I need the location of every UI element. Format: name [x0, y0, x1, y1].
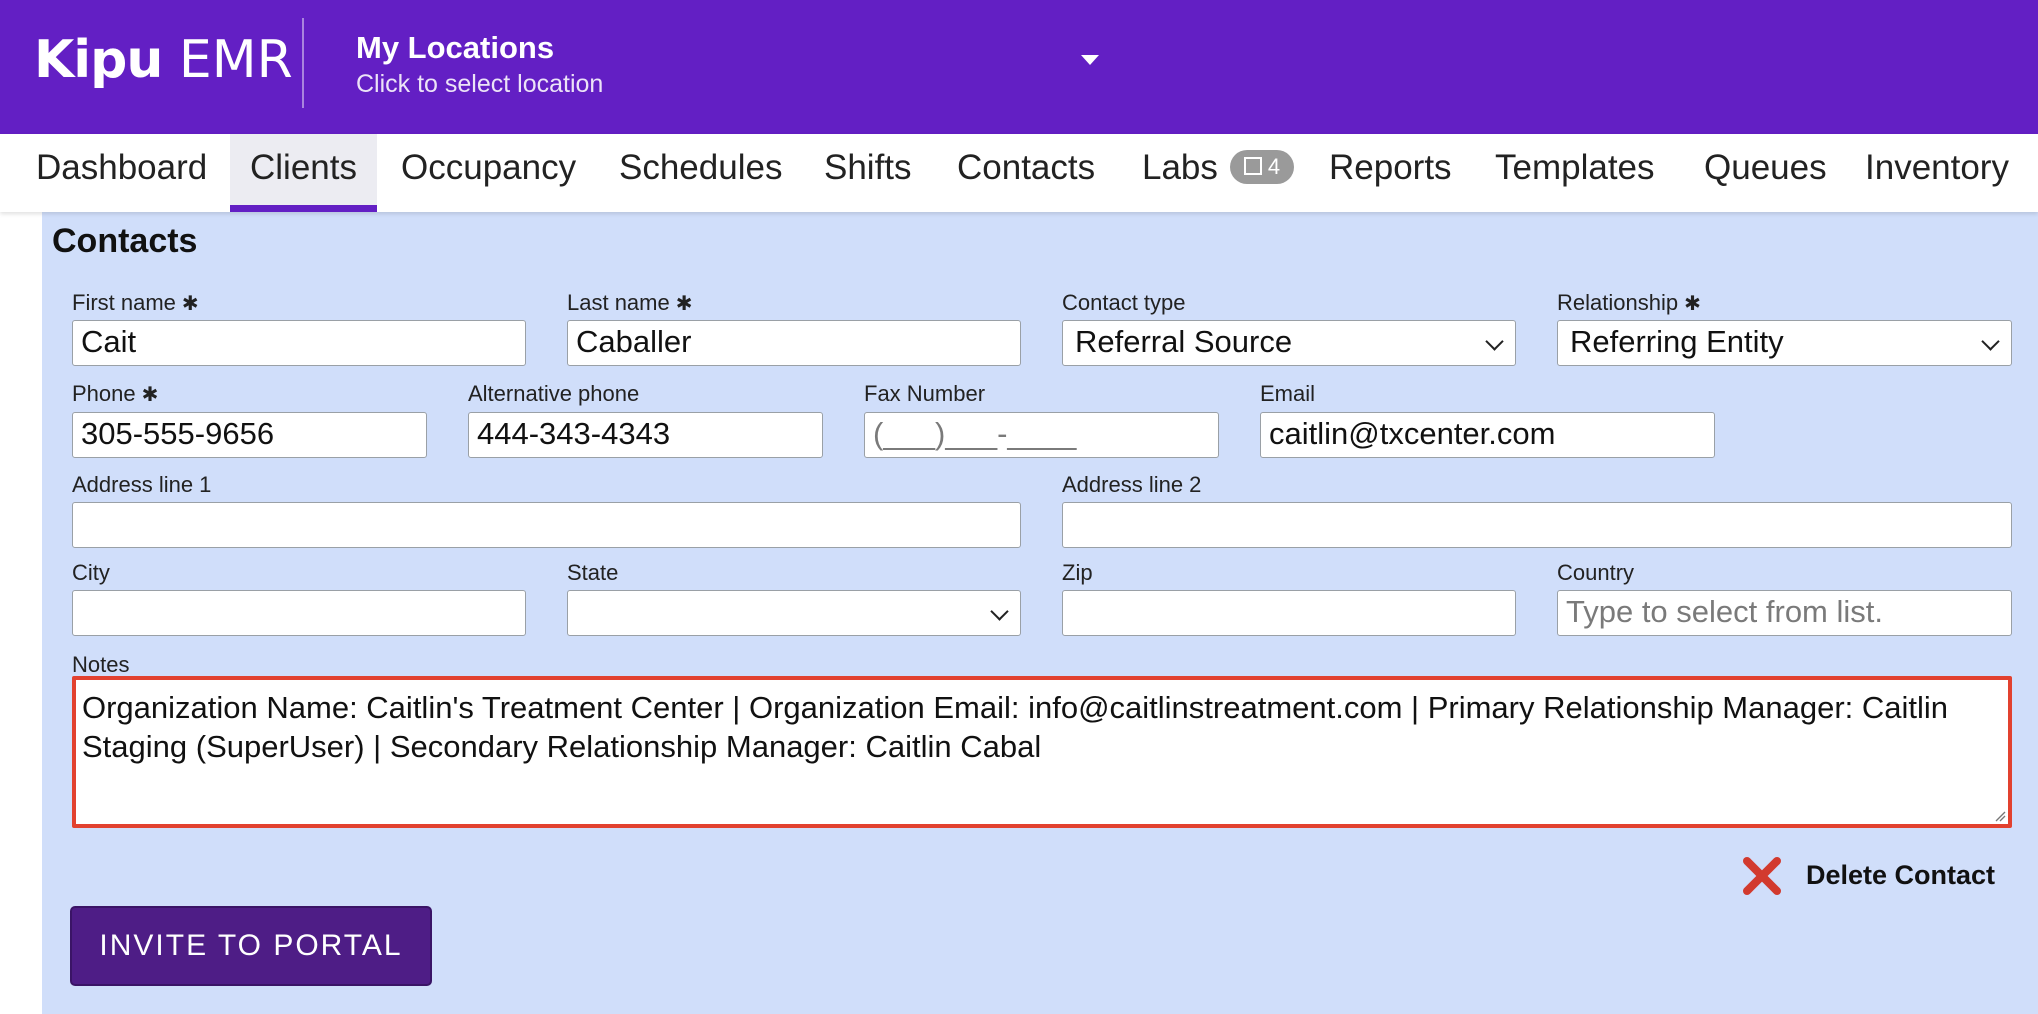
- zip-field[interactable]: [1062, 590, 1516, 636]
- country-label: Country: [1557, 560, 1635, 585]
- required-icon: ✱: [141, 384, 159, 406]
- required-icon: ✱: [1684, 293, 1701, 315]
- country-field[interactable]: Type to select from list.: [1557, 590, 2012, 636]
- logo-product: EMR: [178, 30, 293, 90]
- label-text: Last name: [567, 290, 670, 315]
- location-title: My Locations: [356, 30, 555, 65]
- nav-inventory[interactable]: Inventory: [1849, 134, 2025, 212]
- nav-contacts[interactable]: Contacts: [941, 134, 1111, 212]
- labs-badge-count: 4: [1267, 153, 1281, 179]
- delete-contact-label: Delete Contact: [1806, 860, 1996, 890]
- nav-labs[interactable]: Labs 4: [1126, 134, 1310, 212]
- nav-templates[interactable]: Templates: [1479, 134, 1671, 212]
- label-text: Phone: [72, 381, 136, 406]
- labs-badge: 4: [1229, 149, 1295, 184]
- label-text: Relationship: [1557, 290, 1679, 315]
- nav-label: Clients: [250, 148, 357, 187]
- chevron-down-icon: [1981, 332, 2000, 351]
- nav-label: Schedules: [619, 148, 783, 187]
- address2-field[interactable]: [1062, 502, 2012, 548]
- kipu-emr-logo[interactable]: Kipu EMR: [34, 28, 293, 92]
- nav-label: Reports: [1329, 148, 1452, 187]
- first-name-field[interactable]: Cait: [72, 320, 526, 366]
- last-name-field[interactable]: Caballer: [567, 320, 1021, 366]
- logo-brand: Kipu: [34, 30, 163, 90]
- fax-field[interactable]: (___)___-____: [864, 412, 1219, 458]
- relationship-value: Referring Entity: [1570, 324, 1784, 359]
- last-name-label: Last name ✱: [567, 290, 693, 316]
- notes-textarea[interactable]: Organization Name: Caitlin's Treatment C…: [72, 676, 2012, 828]
- address1-label: Address line 1: [72, 472, 212, 497]
- square-icon: [1243, 156, 1262, 175]
- location-selector[interactable]: My Locations Click to select location: [356, 28, 603, 100]
- nav-label: Queues: [1704, 148, 1827, 187]
- relationship-select[interactable]: Referring Entity: [1557, 320, 2012, 366]
- page-title: Contacts: [52, 222, 198, 260]
- nav-dashboard[interactable]: Dashboard: [20, 134, 223, 212]
- chevron-down-icon: [990, 602, 1009, 621]
- address2-label: Address line 2: [1062, 472, 1202, 497]
- nav-label: Labs: [1142, 148, 1218, 187]
- nav-label: Shifts: [824, 148, 912, 187]
- phone-label: Phone ✱: [72, 381, 158, 407]
- first-name-label: First name ✱: [72, 290, 199, 316]
- state-label: State: [567, 560, 619, 585]
- relationship-label: Relationship ✱: [1557, 290, 1701, 316]
- nav-label: Inventory: [1865, 148, 2009, 187]
- top-header: Kipu EMR My Locations Click to select lo…: [0, 0, 2038, 134]
- contact-type-label: Contact type: [1062, 290, 1186, 315]
- zip-label: Zip: [1062, 560, 1093, 585]
- label-text: First name: [72, 290, 176, 315]
- left-gutter: [0, 212, 42, 1014]
- contact-type-select[interactable]: Referral Source: [1062, 320, 1516, 366]
- caret-down-icon[interactable]: [1081, 55, 1099, 65]
- notes-label: Notes: [72, 652, 130, 677]
- contact-type-value: Referral Source: [1075, 324, 1293, 359]
- nav-label: Templates: [1495, 148, 1655, 187]
- nav-occupancy[interactable]: Occupancy: [385, 134, 592, 212]
- nav-schedules[interactable]: Schedules: [603, 134, 798, 212]
- city-label: City: [72, 560, 110, 585]
- nav-label: Occupancy: [401, 148, 577, 187]
- required-icon: ✱: [675, 293, 693, 315]
- required-icon: ✱: [181, 293, 199, 315]
- fax-label: Fax Number: [864, 381, 986, 406]
- nav-queues[interactable]: Queues: [1688, 134, 1843, 212]
- main-nav: Dashboard Clients Occupancy Schedules Sh…: [0, 134, 2038, 212]
- invite-to-portal-button[interactable]: INVITE TO PORTAL: [70, 906, 432, 986]
- chevron-down-icon: [1485, 332, 1504, 351]
- nav-shifts[interactable]: Shifts: [808, 134, 928, 212]
- header-divider: [302, 18, 304, 108]
- nav-clients[interactable]: Clients: [230, 134, 377, 212]
- x-icon: [1743, 857, 1781, 895]
- state-select[interactable]: [567, 590, 1021, 636]
- alt-phone-label: Alternative phone: [468, 381, 640, 406]
- city-field[interactable]: [72, 590, 526, 636]
- email-label: Email: [1260, 381, 1316, 406]
- phone-field[interactable]: 305-555-9656: [72, 412, 427, 458]
- email-field[interactable]: caitlin@txcenter.com: [1260, 412, 1715, 458]
- alt-phone-field[interactable]: 444-343-4343: [468, 412, 823, 458]
- nav-reports[interactable]: Reports: [1313, 134, 1468, 212]
- location-subtitle: Click to select location: [356, 70, 604, 98]
- nav-label: Contacts: [957, 148, 1096, 187]
- nav-label: Dashboard: [36, 148, 208, 187]
- address1-field[interactable]: [72, 502, 1021, 548]
- resize-handle-icon[interactable]: [1994, 810, 2006, 822]
- notes-text: Organization Name: Caitlin's Treatment C…: [82, 690, 1949, 764]
